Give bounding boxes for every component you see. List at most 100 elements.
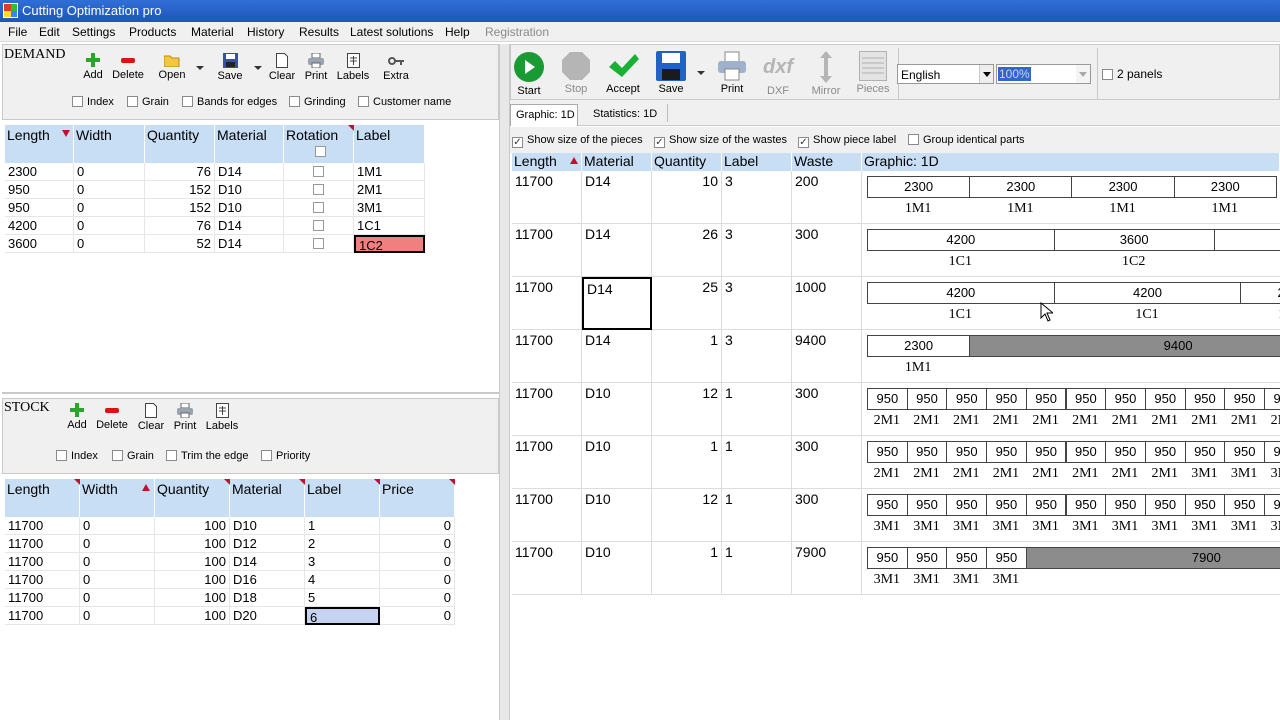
piece-bar[interactable]: 2300 — [1240, 282, 1280, 304]
mirror-button[interactable]: Mirror — [808, 51, 844, 97]
demand-col-material[interactable]: Material — [215, 125, 284, 163]
stock-cell[interactable]: 11700 — [5, 571, 80, 589]
piece-bar[interactable]: 950 — [1065, 441, 1107, 463]
demand-print-button[interactable]: Print — [302, 53, 330, 82]
result-waste-cell[interactable]: 1000 — [792, 277, 862, 330]
result-label-cell[interactable]: 1 — [722, 542, 792, 595]
demand-labels-button[interactable]: Labels — [335, 53, 371, 82]
piece-bar[interactable]: 950 — [1264, 494, 1280, 516]
result-material-cell[interactable]: D14 — [582, 171, 652, 224]
result-quantity-cell[interactable]: 26 — [652, 224, 722, 277]
menu-edit[interactable]: Edit — [39, 25, 60, 39]
piece-bar[interactable]: 2300 — [1071, 176, 1175, 198]
menu-products[interactable]: Products — [129, 25, 176, 39]
piece-bar[interactable]: 950 — [986, 441, 1027, 463]
piece-bar[interactable]: 950 — [1105, 494, 1146, 516]
piece-bar[interactable]: 950 — [986, 388, 1027, 410]
result-waste-cell[interactable]: 9400 — [792, 330, 862, 383]
piece-bar[interactable]: 950 — [1144, 441, 1186, 463]
menu-settings[interactable]: Settings — [72, 25, 115, 39]
stock-cell[interactable]: 100 — [155, 553, 230, 571]
result-label-cell[interactable]: 1 — [722, 489, 792, 542]
demand-add-button[interactable]: Add — [80, 53, 106, 81]
demand-col-label[interactable]: Label — [354, 125, 425, 163]
tab-graphic-1d[interactable]: Graphic: 1D — [510, 104, 578, 126]
menu-history[interactable]: History — [247, 25, 284, 39]
demand-cell[interactable]: 0 — [74, 163, 145, 181]
demand-col-quantity[interactable]: Quantity — [145, 125, 215, 163]
rotation-checkbox-cell[interactable] — [284, 163, 354, 181]
piece-bar[interactable]: 950 — [1224, 441, 1265, 463]
menu-latest-solutions[interactable]: Latest solutions — [350, 25, 433, 39]
rotation-checkbox[interactable] — [313, 202, 324, 213]
menu-results[interactable]: Results — [299, 25, 339, 39]
piece-bar[interactable]: 950 — [1144, 494, 1186, 516]
result-label-cell[interactable]: 3 — [722, 224, 792, 277]
accept-button[interactable]: Accept — [603, 51, 643, 95]
stock-col-quantity[interactable]: Quantity — [155, 479, 230, 517]
stock-cell[interactable]: D18 — [230, 589, 305, 607]
piece-bar[interactable]: 950 — [1224, 494, 1265, 516]
piece-bar[interactable]: 3600 — [1213, 229, 1280, 251]
pieces-button[interactable]: Pieces — [855, 51, 891, 95]
result-material-cell[interactable]: D10 — [582, 383, 652, 436]
result-row[interactable]: 11700D142633004200 1C1 3600 1C2 3600 1C2 — [512, 224, 1280, 277]
show-waste-size-checkbox[interactable]: ✓ Show size of the wastes — [654, 134, 787, 148]
demand-cell[interactable]: 76 — [145, 217, 215, 235]
stock-cell[interactable]: D10 — [230, 517, 305, 535]
waste-bar[interactable]: 9400 — [969, 335, 1280, 357]
result-length-cell[interactable]: 11700 — [512, 224, 582, 277]
menu-registration[interactable]: Registration — [485, 25, 549, 39]
result-row[interactable]: 11700 D10 12 1 300 950 2M1 950 2M1 950 2M1 950 2M1 95… — [512, 383, 1280, 436]
result-length-cell[interactable]: 11700 — [512, 171, 582, 224]
menu-file[interactable]: File — [8, 25, 27, 39]
piece-bar[interactable]: 950 — [986, 494, 1027, 516]
piece-bar[interactable]: 950 — [946, 494, 988, 516]
piece-bar[interactable]: 950 — [946, 441, 988, 463]
demand-cell[interactable]: 3600 — [5, 235, 74, 253]
results-col-quantity[interactable]: Quantity — [652, 153, 722, 171]
piece-bar[interactable]: 950 — [946, 388, 988, 410]
demand-save-button[interactable]: Save — [214, 53, 246, 82]
piece-bar[interactable]: 4200 — [1053, 282, 1242, 304]
stock-cell[interactable]: 2 — [305, 535, 380, 553]
show-piece-label-checkbox[interactable]: ✓ Show piece label — [798, 134, 896, 148]
stock-cell[interactable]: 100 — [155, 571, 230, 589]
stock-cell[interactable]: 100 — [155, 517, 230, 535]
demand-extra-button[interactable]: Extra — [380, 53, 412, 82]
result-label-cell[interactable]: 3 — [722, 171, 792, 224]
piece-bar[interactable]: 950 — [1025, 388, 1067, 410]
demand-cell[interactable]: D10 — [215, 199, 284, 217]
stock-cell[interactable]: 11700 — [5, 589, 80, 607]
stock-col-price[interactable]: Price — [380, 479, 455, 517]
stock-labels-button[interactable]: Labels — [204, 403, 240, 432]
piece-bar[interactable]: 950 — [1065, 494, 1107, 516]
rotation-checkbox-cell[interactable] — [284, 181, 354, 199]
piece-bar[interactable]: 2300 — [1173, 176, 1277, 198]
piece-bar[interactable]: 3600 — [1053, 229, 1215, 251]
result-material-cell[interactable]: D14 — [582, 330, 652, 383]
piece-bar[interactable]: 950 — [1025, 441, 1067, 463]
demand-col-width[interactable]: Width — [74, 125, 145, 163]
piece-bar[interactable]: 950 — [1184, 494, 1226, 516]
open-dropdown-arrow-icon[interactable] — [196, 66, 204, 70]
tab-statistics-1d[interactable]: Statistics: 1D — [587, 104, 667, 126]
result-label-cell[interactable]: 1 — [722, 436, 792, 489]
result-material-cell[interactable]: D14 — [582, 277, 652, 330]
piece-bar[interactable]: 950 — [1144, 388, 1186, 410]
demand-cell[interactable]: D14 — [215, 163, 284, 181]
demand-cell[interactable]: 950 — [5, 199, 74, 217]
result-label-cell[interactable]: 3 — [722, 330, 792, 383]
stock-cell[interactable]: 3 — [305, 553, 380, 571]
result-row[interactable]: 11700 D10 1 1 300 950 2M1 950 2M1 950 2M1 950 2M1 950… — [512, 436, 1280, 489]
stock-cell[interactable]: 0 — [80, 553, 155, 571]
rotation-checkbox-cell[interactable] — [284, 199, 354, 217]
results-save-button[interactable]: Save — [653, 51, 689, 95]
result-length-cell[interactable]: 11700 — [512, 383, 582, 436]
result-material-cell[interactable]: D10 — [582, 436, 652, 489]
rotation-checkbox-cell[interactable] — [284, 217, 354, 235]
results-col-material[interactable]: Material — [582, 153, 652, 171]
piece-bar[interactable]: 4200 — [867, 282, 1055, 304]
piece-bar[interactable]: 950 — [986, 547, 1027, 569]
piece-bar[interactable]: 950 — [1025, 494, 1067, 516]
